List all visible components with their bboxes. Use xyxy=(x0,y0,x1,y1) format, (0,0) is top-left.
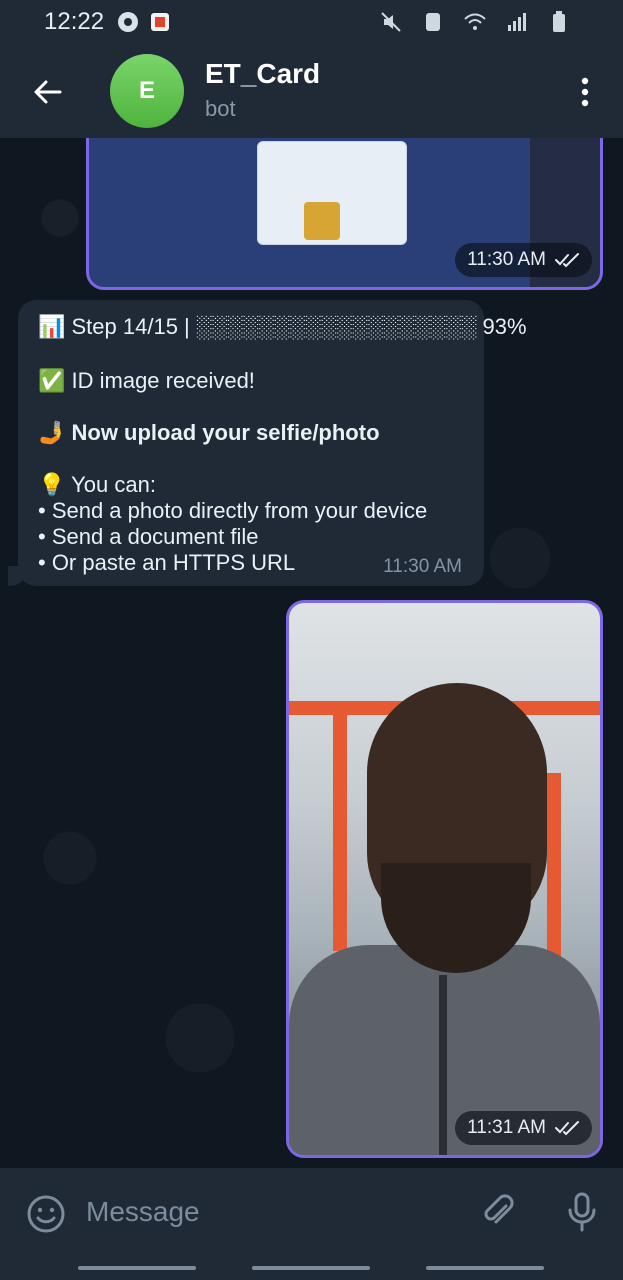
back-button[interactable] xyxy=(26,70,70,114)
option-1: • Send a photo directly from your device xyxy=(38,498,428,523)
chat-header: E ET_Card bot xyxy=(0,44,623,138)
message-composer xyxy=(0,1168,623,1254)
message-time: 11:30 AM xyxy=(383,556,462,577)
sent-selfie-message[interactable]: 11:31 AM xyxy=(286,600,603,1158)
progress-text: 📊 Step 14/15 | ░░░░░░░░░░░░░░░░░░ 93% xyxy=(38,314,527,339)
attach-button[interactable] xyxy=(476,1190,520,1234)
option-2: • Send a document file xyxy=(38,524,259,549)
chat-subtitle: bot xyxy=(205,96,236,121)
status-time: 12:22 xyxy=(44,8,105,35)
received-text: ✅ ID image received! xyxy=(38,368,255,393)
message-time: 11:31 AM xyxy=(467,1117,546,1138)
message-input[interactable] xyxy=(86,1190,446,1234)
door-frame xyxy=(333,701,347,951)
status-right-icons xyxy=(379,10,579,34)
id-card-portrait xyxy=(304,202,340,240)
nav-recents[interactable] xyxy=(78,1266,196,1270)
sent-id-photo-message[interactable]: 11:30 AM xyxy=(86,138,603,290)
chat-title-block[interactable]: ET_Card bot xyxy=(205,58,320,122)
microphone-icon xyxy=(568,1192,596,1232)
mic-button[interactable] xyxy=(560,1190,604,1234)
app-notification-icon xyxy=(148,10,172,34)
nav-home[interactable] xyxy=(252,1266,370,1270)
option-3: • Or paste an HTTPS URL xyxy=(38,550,296,575)
double-check-icon xyxy=(555,1121,579,1136)
signal-icon xyxy=(505,10,529,34)
emoji-button[interactable] xyxy=(24,1192,68,1236)
chat-title: ET_Card xyxy=(205,58,321,89)
avatar[interactable]: E xyxy=(110,54,184,128)
wifi-icon xyxy=(463,10,487,34)
more-vertical-icon xyxy=(581,77,589,107)
chrome-icon xyxy=(116,10,140,34)
emoji-icon xyxy=(27,1195,65,1233)
double-check-icon xyxy=(555,253,579,268)
battery-saver-icon xyxy=(421,10,445,34)
paperclip-icon xyxy=(484,1194,514,1224)
instruction-text: 🤳 Now upload your selfie/photo xyxy=(38,420,380,445)
message-time-chip: 11:30 AM xyxy=(455,243,592,277)
more-menu-button[interactable] xyxy=(573,70,597,114)
tips-title: 💡 You can: xyxy=(38,472,156,497)
zipper xyxy=(439,975,447,1155)
bot-message-bubble[interactable]: 📊 Step 14/15 | ░░░░░░░░░░░░░░░░░░ 93% ✅ … xyxy=(8,300,527,586)
id-card-image xyxy=(257,141,407,245)
message-time-chip: 11:31 AM xyxy=(455,1111,592,1145)
nav-back[interactable] xyxy=(426,1266,544,1270)
battery-icon xyxy=(547,10,571,34)
arrow-left-icon xyxy=(34,80,62,104)
chat-area[interactable]: 11:30 AM 📊 Step 14/15 | ░░░░░░░░░░░░░░░░… xyxy=(0,138,623,1168)
status-bar: 12:22 xyxy=(0,0,623,44)
system-nav-bar xyxy=(0,1254,623,1280)
mute-icon xyxy=(379,10,403,34)
message-time: 11:30 AM xyxy=(467,249,546,270)
